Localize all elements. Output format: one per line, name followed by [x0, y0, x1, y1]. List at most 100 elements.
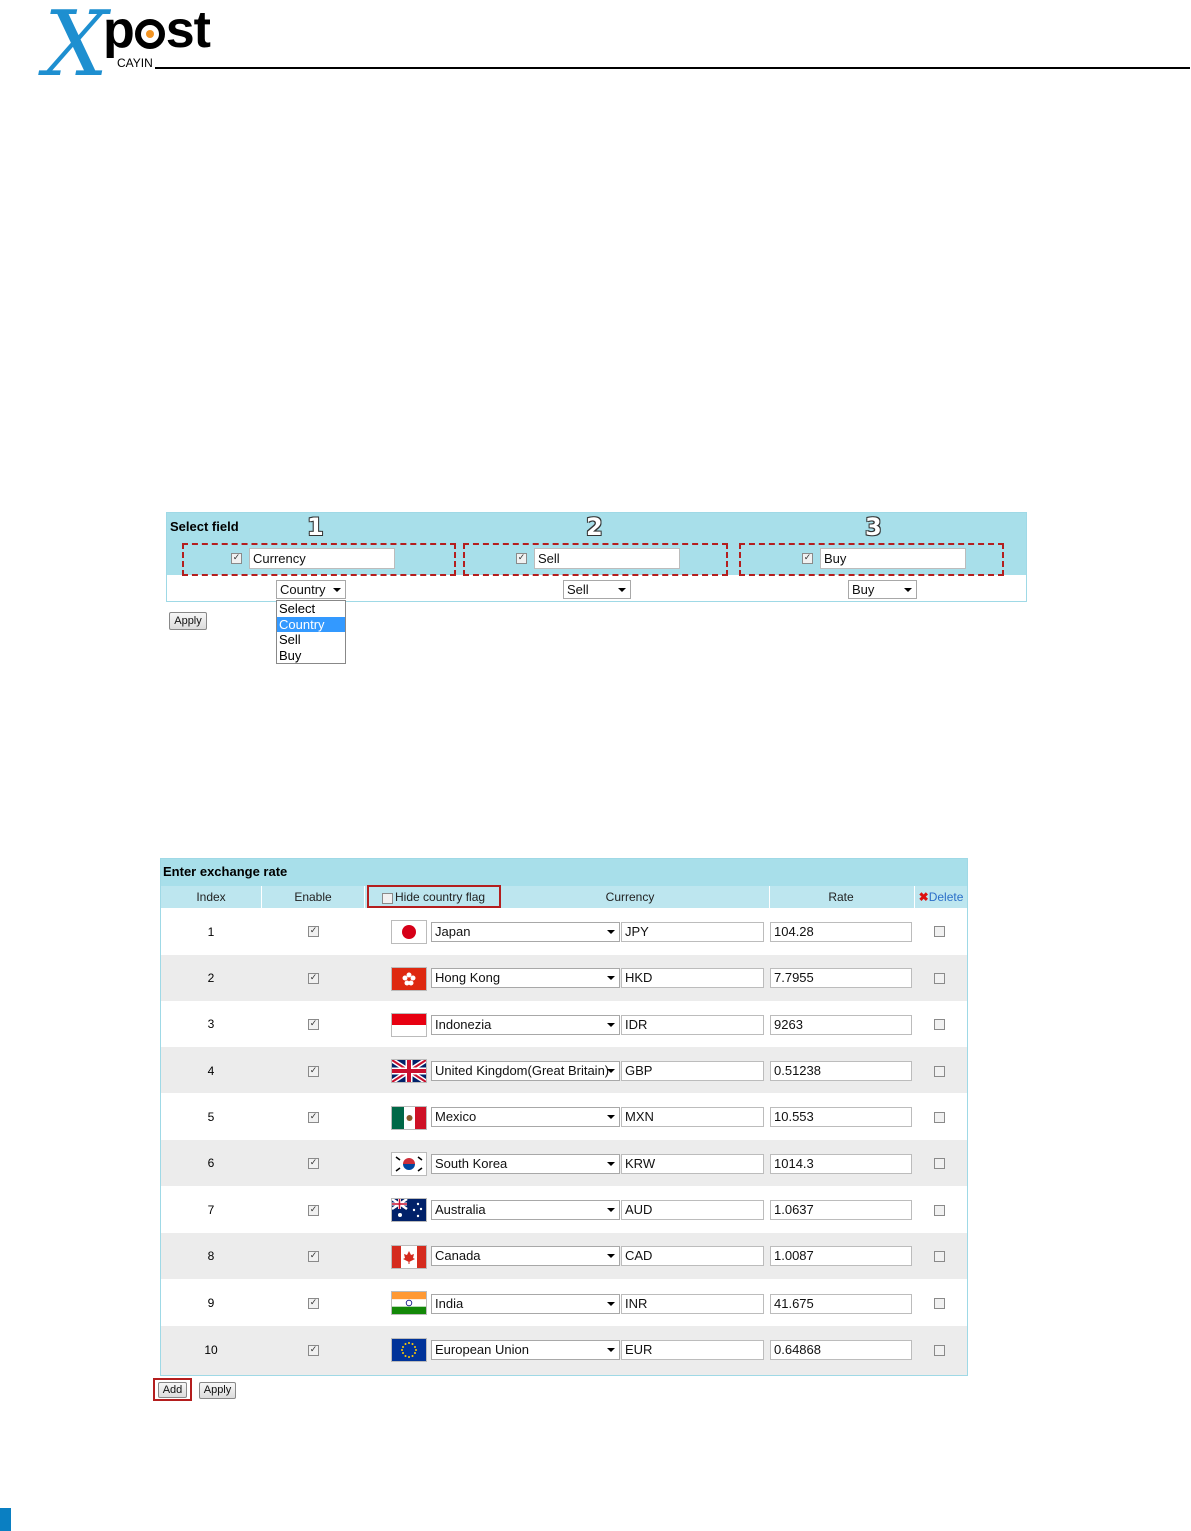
field-1-select-value: Country — [280, 582, 326, 597]
chevron-down-icon — [607, 1069, 615, 1073]
currency-code-input[interactable]: HKD — [621, 968, 764, 988]
header-rule — [155, 67, 1190, 69]
add-button[interactable]: Add — [158, 1382, 187, 1398]
country-select[interactable]: India — [431, 1294, 620, 1314]
currency-code-input[interactable]: KRW — [621, 1154, 764, 1174]
dropdown-option-select[interactable]: Select — [277, 601, 345, 617]
currency-code-input[interactable]: INR — [621, 1294, 764, 1314]
row-index: 10 — [204, 1343, 218, 1357]
delete-column-header[interactable]: ✖Delete — [915, 886, 967, 908]
sell-enable-checkbox[interactable]: ✓ — [516, 553, 527, 564]
exchange-rate-apply-button[interactable]: Apply — [199, 1382, 236, 1399]
rate-input[interactable]: 1.0637 — [770, 1200, 912, 1220]
row-enable-checkbox[interactable]: ✓ — [308, 1158, 319, 1169]
chevron-down-icon — [607, 1115, 615, 1119]
row-enable-checkbox[interactable]: ✓ — [308, 926, 319, 937]
row-enable-checkbox[interactable]: ✓ — [308, 1019, 319, 1030]
row-index: 9 — [207, 1296, 215, 1310]
country-select-value: Mexico — [435, 1109, 477, 1124]
country-select-value: Australia — [435, 1202, 486, 1217]
country-select[interactable]: Mexico — [431, 1107, 620, 1127]
dropdown-option-buy[interactable]: Buy — [277, 648, 345, 664]
india-flag-icon — [391, 1291, 427, 1315]
country-select[interactable]: South Korea — [431, 1154, 620, 1174]
currency-code-input[interactable]: GBP — [621, 1061, 764, 1081]
currency-code-input[interactable]: JPY — [621, 922, 764, 942]
currency-code-input[interactable]: AUD — [621, 1200, 764, 1220]
chevron-down-icon — [607, 930, 615, 934]
field-2-select[interactable]: Sell — [563, 580, 631, 599]
delete-link[interactable]: Delete — [929, 890, 964, 904]
dropdown-option-sell[interactable]: Sell — [277, 632, 345, 648]
row-enable-checkbox[interactable]: ✓ — [308, 1345, 319, 1356]
chevron-down-icon — [607, 1023, 615, 1027]
hong-kong-flag-icon — [391, 967, 427, 991]
currency-enable-checkbox[interactable]: ✓ — [231, 553, 242, 564]
row-delete-checkbox[interactable] — [934, 1066, 945, 1077]
chevron-down-icon — [904, 588, 912, 592]
field-1-dropdown-list: Select Country Sell Buy — [276, 600, 346, 664]
row-delete-checkbox[interactable] — [934, 1251, 945, 1262]
dropdown-option-country[interactable]: Country — [277, 616, 345, 632]
row-enable-checkbox[interactable]: ✓ — [308, 1251, 319, 1262]
country-select[interactable]: Hong Kong — [431, 968, 620, 988]
select-field-apply-button[interactable]: Apply — [169, 612, 207, 630]
rate-input[interactable]: 41.675 — [770, 1294, 912, 1314]
currency-code-input[interactable]: CAD — [621, 1246, 764, 1266]
country-select-value: Hong Kong — [435, 970, 501, 985]
row-delete-checkbox[interactable] — [934, 973, 945, 984]
country-select-value: Japan — [435, 924, 471, 939]
buy-enable-checkbox[interactable]: ✓ — [802, 553, 813, 564]
currency-code-input[interactable]: IDR — [621, 1015, 764, 1035]
row-enable-checkbox[interactable]: ✓ — [308, 1066, 319, 1077]
currency-code-input[interactable]: EUR — [621, 1340, 764, 1360]
hide-country-flag-checkbox[interactable] — [382, 893, 393, 904]
rate-input[interactable]: 1014.3 — [770, 1154, 912, 1174]
currency-label-input[interactable]: Currency — [249, 548, 395, 569]
rate-column-header: Rate — [828, 890, 854, 904]
uk-flag-icon — [391, 1059, 427, 1083]
field-3-select[interactable]: Buy — [848, 580, 917, 599]
row-delete-checkbox[interactable] — [934, 926, 945, 937]
field-1-select[interactable]: Country — [276, 580, 346, 599]
row-enable-checkbox[interactable]: ✓ — [308, 1112, 319, 1123]
logo-subtitle: CAYIN — [117, 56, 153, 70]
rate-input[interactable]: 0.51238 — [770, 1061, 912, 1081]
row-delete-checkbox[interactable] — [934, 1298, 945, 1309]
country-select[interactable]: European Union — [431, 1340, 620, 1360]
row-delete-checkbox[interactable] — [934, 1158, 945, 1169]
country-select[interactable]: Indonezia — [431, 1015, 620, 1035]
chevron-down-icon — [607, 1302, 615, 1306]
field-2-select-value: Sell — [567, 582, 589, 597]
buy-label-input[interactable]: Buy — [820, 548, 966, 569]
country-select[interactable]: Canada — [431, 1246, 620, 1266]
country-select[interactable]: Japan — [431, 922, 620, 942]
row-enable-checkbox[interactable]: ✓ — [308, 1205, 319, 1216]
rate-input[interactable]: 9263 — [770, 1015, 912, 1035]
sell-label-input[interactable]: Sell — [534, 548, 680, 569]
country-select-value: Indonezia — [435, 1017, 492, 1032]
row-delete-checkbox[interactable] — [934, 1019, 945, 1030]
hide-country-flag-label: Hide country flag — [395, 890, 486, 904]
rate-input[interactable]: 104.28 — [770, 922, 912, 942]
row-enable-checkbox[interactable]: ✓ — [308, 973, 319, 984]
row-index: 2 — [207, 971, 215, 985]
canada-flag-icon — [391, 1245, 427, 1269]
row-delete-checkbox[interactable] — [934, 1112, 945, 1123]
currency-code-input[interactable]: MXN — [621, 1107, 764, 1127]
row-delete-checkbox[interactable] — [934, 1205, 945, 1216]
row-delete-checkbox[interactable] — [934, 1345, 945, 1356]
rate-input[interactable]: 0.64868 — [770, 1340, 912, 1360]
country-select[interactable]: United Kingdom(Great Britain) — [431, 1061, 620, 1081]
field-3-select-value: Buy — [852, 582, 875, 597]
logo-wordmark: p st — [103, 4, 211, 56]
country-select[interactable]: Australia — [431, 1200, 620, 1220]
index-column-header: Index — [196, 890, 226, 904]
rate-input[interactable]: 10.553 — [770, 1107, 912, 1127]
rate-input[interactable]: 1.0087 — [770, 1246, 912, 1266]
logo-x: X — [44, 0, 109, 97]
row-enable-checkbox[interactable]: ✓ — [308, 1298, 319, 1309]
column-number-1: 1 — [307, 513, 324, 541]
country-select-value: Canada — [435, 1248, 481, 1263]
rate-input[interactable]: 7.7955 — [770, 968, 912, 988]
